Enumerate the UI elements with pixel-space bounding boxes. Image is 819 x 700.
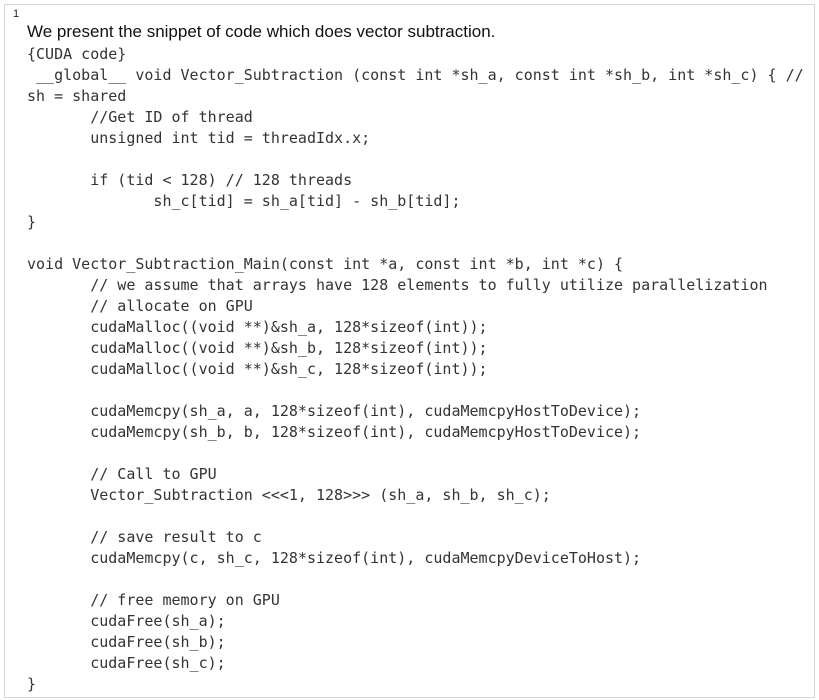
code-line: cudaMalloc((void **)&sh_c, 128*sizeof(in… — [27, 360, 488, 378]
code-line: // we assume that arrays have 128 elemen… — [27, 276, 768, 294]
code-line: // allocate on GPU — [27, 297, 253, 315]
code-line: } — [27, 213, 37, 231]
code-line: cudaMalloc((void **)&sh_a, 128*sizeof(in… — [27, 318, 488, 336]
code-line: cudaFree(sh_c); — [27, 654, 226, 672]
code-line: void Vector_Subtraction_Main(const int *… — [27, 255, 624, 273]
intro-text: We present the snippet of code which doe… — [27, 22, 496, 41]
code-line: cudaMalloc((void **)&sh_b, 128*sizeof(in… — [27, 339, 488, 357]
code-block: {CUDA code} __global__ void Vector_Subtr… — [27, 44, 804, 695]
code-line: sh = shared — [27, 87, 127, 105]
code-line: //Get ID of thread — [27, 108, 253, 126]
code-line: unsigned int tid = threadIdx.x; — [27, 129, 371, 147]
code-line: // Call to GPU — [27, 465, 217, 483]
code-line: if (tid < 128) // 128 threads — [27, 171, 353, 189]
code-line: Vector_Subtraction <<<1, 128>>> (sh_a, s… — [27, 486, 551, 504]
code-line: sh_c[tid] = sh_a[tid] - sh_b[tid]; — [27, 192, 461, 210]
document-frame: 1 We present the snippet of code which d… — [4, 4, 815, 698]
code-line: cudaFree(sh_b); — [27, 633, 226, 651]
code-line: __global__ void Vector_Subtraction (cons… — [27, 66, 804, 84]
code-line: // save result to c — [27, 528, 262, 546]
code-line: cudaMemcpy(c, sh_c, 128*sizeof(int), cud… — [27, 549, 642, 567]
code-line: cudaFree(sh_a); — [27, 612, 226, 630]
code-line: } — [27, 675, 37, 693]
line-number: 1 — [13, 8, 20, 20]
code-line: // free memory on GPU — [27, 591, 280, 609]
code-line: {CUDA code} — [27, 45, 127, 63]
code-line: cudaMemcpy(sh_b, b, 128*sizeof(int), cud… — [27, 423, 642, 441]
code-line: cudaMemcpy(sh_a, a, 128*sizeof(int), cud… — [27, 402, 642, 420]
